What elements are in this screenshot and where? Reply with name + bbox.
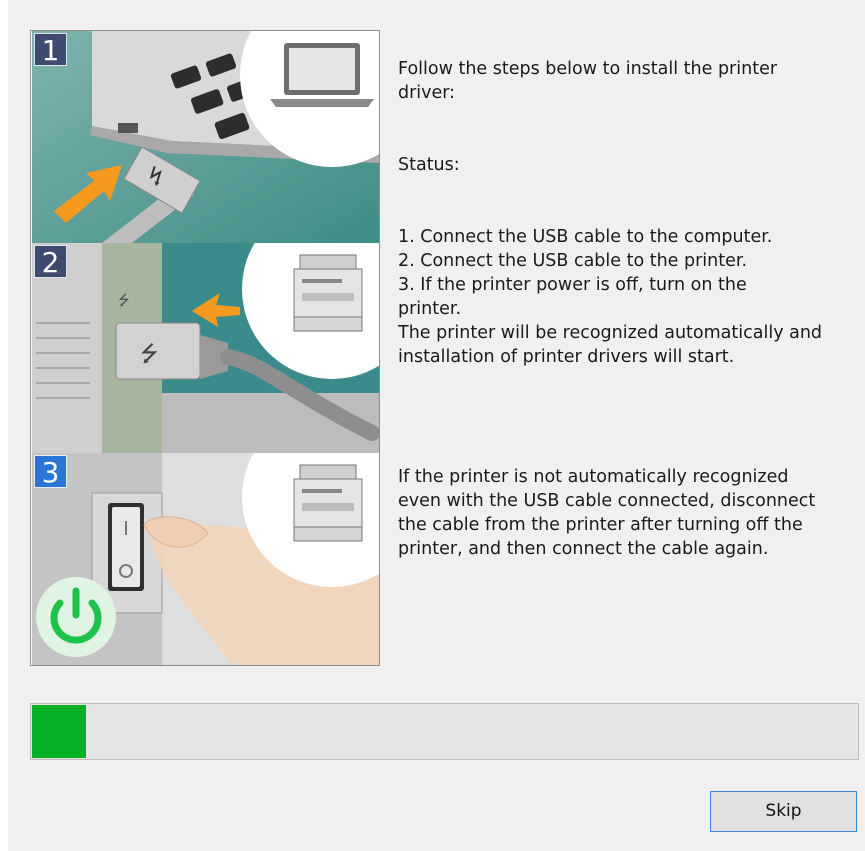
intro-text: Follow the steps below to install the pr… [398,59,778,103]
laptop-usb-illustration: ⭍ [32,31,379,243]
step-2-badge: 2 [34,245,67,279]
setup-illustration: ⭍ 1 ⭍ ⭍ 2 3 [30,30,380,666]
installer-dialog: ⭍ 1 ⭍ ⭍ 2 3 Follow the steps below to in… [0,0,865,851]
skip-button[interactable]: Skip [710,791,857,832]
progress-fill [32,705,86,758]
step-3-badge: 3 [34,455,67,489]
instructions-panel: Follow the steps below to install the pr… [398,33,856,585]
svg-text:⭍: ⭍ [118,293,130,309]
dialog-edge [0,0,8,851]
steps-text: 1. Connect the USB cable to the computer… [398,227,823,367]
svg-text:⭍: ⭍ [140,342,158,367]
troubleshoot-text: If the printer is not automatically reco… [398,467,816,559]
printer-icon-2 [293,464,363,542]
install-progress-bar [30,703,859,760]
power-icon [36,577,116,657]
step-2-panel: ⭍ ⭍ 2 [32,243,379,453]
printer-power-illustration [32,453,379,665]
printer-usb-illustration: ⭍ ⭍ [32,243,379,453]
step-1-panel: ⭍ 1 [32,31,379,243]
step-1-badge: 1 [34,33,67,67]
step-3-panel: 3 [32,453,379,665]
printer-icon [293,254,363,332]
status-label: Status: [398,155,460,175]
